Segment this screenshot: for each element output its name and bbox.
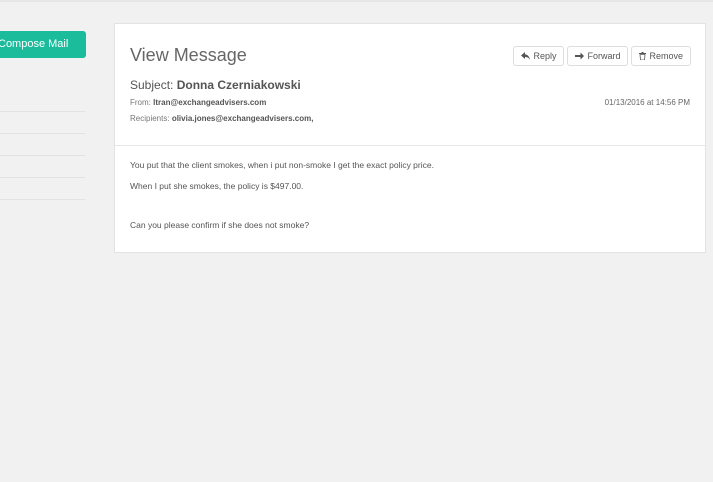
remove-button[interactable]: Remove bbox=[631, 46, 691, 66]
message-actions: Reply Forward Remove bbox=[513, 46, 691, 66]
sidebar-item[interactable] bbox=[0, 178, 85, 200]
from-label: From: bbox=[130, 98, 151, 107]
reply-label: Reply bbox=[533, 51, 557, 61]
forward-button[interactable]: Forward bbox=[567, 46, 629, 66]
from-value[interactable]: ltran@exchangeadvisers.com bbox=[153, 98, 266, 107]
subject-label: Subject: bbox=[130, 78, 174, 92]
remove-label: Remove bbox=[649, 51, 683, 61]
sidebar-item[interactable] bbox=[0, 156, 85, 178]
message-panel: View Message Reply Forward Remove Subjec… bbox=[114, 23, 706, 253]
sidebar-item[interactable] bbox=[0, 134, 85, 156]
message-header: View Message Reply Forward Remove Subjec… bbox=[115, 24, 705, 146]
message-body-line: When I put she smokes, the policy is $49… bbox=[130, 181, 304, 191]
trash-icon bbox=[639, 52, 647, 60]
message-subject: Subject: Donna Czerniakowski bbox=[130, 78, 301, 92]
recipients-line: Recipients: olivia.jones@exchangeadviser… bbox=[130, 114, 313, 123]
recipients-value[interactable]: olivia.jones@exchangeadvisers.com, bbox=[172, 114, 314, 123]
forward-arrow-icon bbox=[575, 52, 585, 60]
message-body-line: Can you please confirm if she does not s… bbox=[130, 220, 310, 230]
sidebar-folder-list bbox=[0, 90, 85, 200]
sidebar-item[interactable] bbox=[0, 112, 85, 134]
reply-arrow-icon bbox=[521, 52, 531, 60]
sidebar-item[interactable] bbox=[0, 90, 85, 112]
top-divider bbox=[0, 0, 713, 2]
compose-mail-button[interactable]: Compose Mail bbox=[0, 31, 86, 58]
message-date: 01/13/2016 at 14:56 PM bbox=[604, 98, 690, 107]
recipients-label: Recipients: bbox=[130, 114, 170, 123]
subject-value: Donna Czerniakowski bbox=[176, 78, 301, 92]
reply-button[interactable]: Reply bbox=[513, 46, 565, 66]
from-line: From: ltran@exchangeadvisers.com bbox=[130, 98, 266, 107]
page-title: View Message bbox=[130, 45, 247, 65]
message-body-line: You put that the client smokes, when i p… bbox=[130, 160, 434, 170]
forward-label: Forward bbox=[587, 51, 621, 61]
